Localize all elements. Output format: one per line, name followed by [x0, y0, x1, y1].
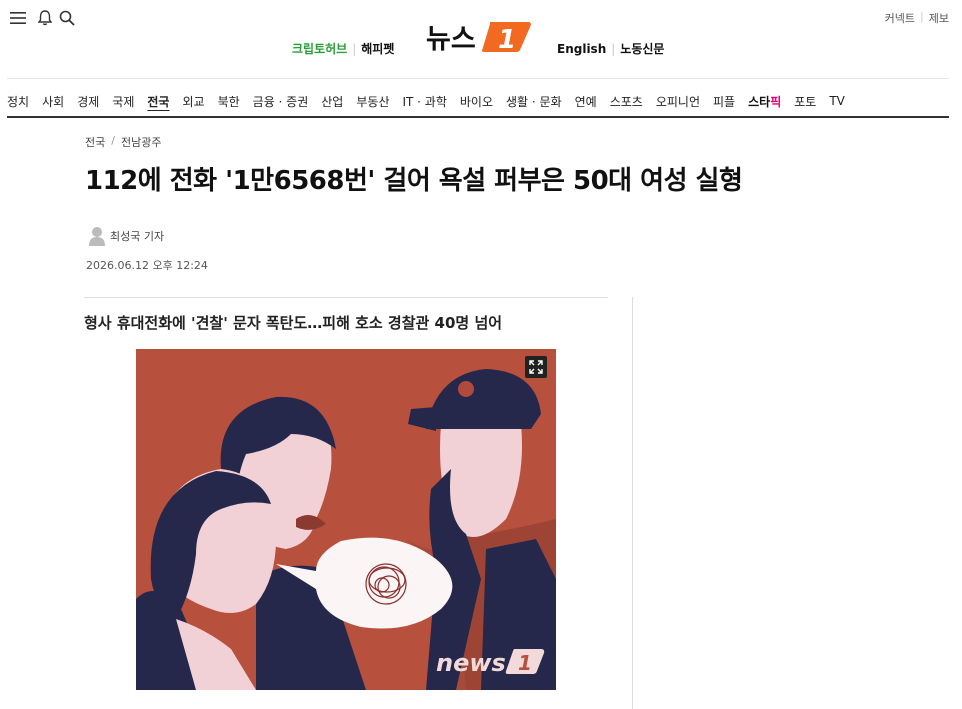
nav-item-bio[interactable]: 바이오 — [460, 93, 493, 110]
breadcrumb-section[interactable]: 전국 — [85, 134, 105, 150]
partner-links: 크립토허브 | 해피펫 — [292, 40, 394, 57]
main-nav: 정치 사회 경제 국제 전국 외교 북한 금융 · 증권 산업 부동산 IT ·… — [7, 86, 949, 116]
nav-item-photo[interactable]: 포토 — [794, 93, 816, 110]
article-headline: 112에 전화 '1만6568번' 걸어 욕설 퍼부은 50대 여성 실형 — [85, 166, 743, 196]
logo-badge: 1 — [498, 25, 516, 55]
photo-watermark: news — [436, 649, 506, 677]
lang-links: English | 노동신문 — [557, 40, 664, 57]
utility-links: 커넥트 | 제보 — [885, 10, 949, 26]
nav-item-north-korea[interactable]: 북한 — [218, 93, 240, 110]
labor-newspaper-link[interactable]: 노동신문 — [620, 40, 664, 57]
author-name: 최성국 기자 — [110, 230, 165, 243]
article-photo[interactable]: news 1 — [136, 349, 556, 690]
nav-item-nationwide[interactable]: 전국 — [147, 93, 169, 110]
happy-pet-link[interactable]: 해피펫 — [361, 40, 394, 57]
expand-icon[interactable] — [525, 356, 547, 378]
nav-item-society[interactable]: 사회 — [42, 93, 64, 110]
link-separator: | — [611, 41, 616, 56]
nav-item-international[interactable]: 국제 — [112, 93, 134, 110]
menu-icon[interactable] — [9, 9, 27, 27]
nav-item-opinion[interactable]: 오피니언 — [656, 93, 700, 110]
link-separator: | — [352, 41, 357, 56]
top-header: 크립토허브 | 해피펫 뉴스 1 English | 노동신문 커넥트 | 제보 — [0, 0, 962, 78]
report-link[interactable]: 제보 — [929, 10, 949, 26]
nav-item-tv[interactable]: TV — [829, 94, 845, 108]
column-divider — [632, 297, 633, 709]
nav-item-people[interactable]: 피플 — [713, 93, 735, 110]
star-pick-label: 스타 — [748, 94, 771, 109]
connect-link[interactable]: 커넥트 — [885, 10, 915, 26]
nav-divider — [7, 116, 949, 118]
nav-item-sports[interactable]: 스포츠 — [610, 93, 643, 110]
crypto-hub-link[interactable]: 크립토허브 — [292, 40, 347, 57]
article-subtitle: 형사 휴대전화에 '견찰' 문자 폭탄도…피해 호소 경찰관 40명 넘어 — [84, 314, 503, 332]
nav-item-economy[interactable]: 경제 — [77, 93, 99, 110]
english-link[interactable]: English — [557, 42, 606, 56]
header-divider — [7, 78, 949, 79]
breadcrumb-region[interactable]: 전남광주 — [121, 134, 161, 150]
nav-item-it-science[interactable]: IT · 과학 — [402, 93, 446, 110]
breadcrumb-separator: / — [111, 134, 115, 147]
author-byline[interactable]: 최성국 기자 — [88, 226, 164, 246]
logo-text: 뉴스 — [426, 24, 476, 55]
news1-logo[interactable]: 뉴스 1 — [424, 16, 534, 56]
publish-date: 2026.06.12 오후 12:24 — [86, 259, 208, 272]
bell-icon[interactable] — [36, 9, 54, 27]
link-separator: | — [920, 10, 924, 23]
subtitle-divider — [84, 297, 608, 298]
nav-item-industry[interactable]: 산업 — [321, 93, 343, 110]
photo-watermark-badge: 1 — [518, 651, 532, 675]
nav-item-star-pick[interactable]: 스타픽 — [748, 93, 781, 110]
nav-item-real-estate[interactable]: 부동산 — [356, 93, 389, 110]
search-icon[interactable] — [58, 9, 76, 27]
nav-item-entertainment[interactable]: 연예 — [575, 93, 597, 110]
nav-item-finance[interactable]: 금융 · 증권 — [253, 93, 309, 110]
nav-item-diplomacy[interactable]: 외교 — [182, 93, 204, 110]
nav-item-life-culture[interactable]: 생활 · 문화 — [506, 93, 562, 110]
star-pick-accent: 픽 — [770, 94, 782, 109]
avatar — [88, 226, 106, 246]
nav-item-politics[interactable]: 정치 — [7, 93, 29, 110]
breadcrumb: 전국 / 전남광주 — [85, 134, 161, 150]
